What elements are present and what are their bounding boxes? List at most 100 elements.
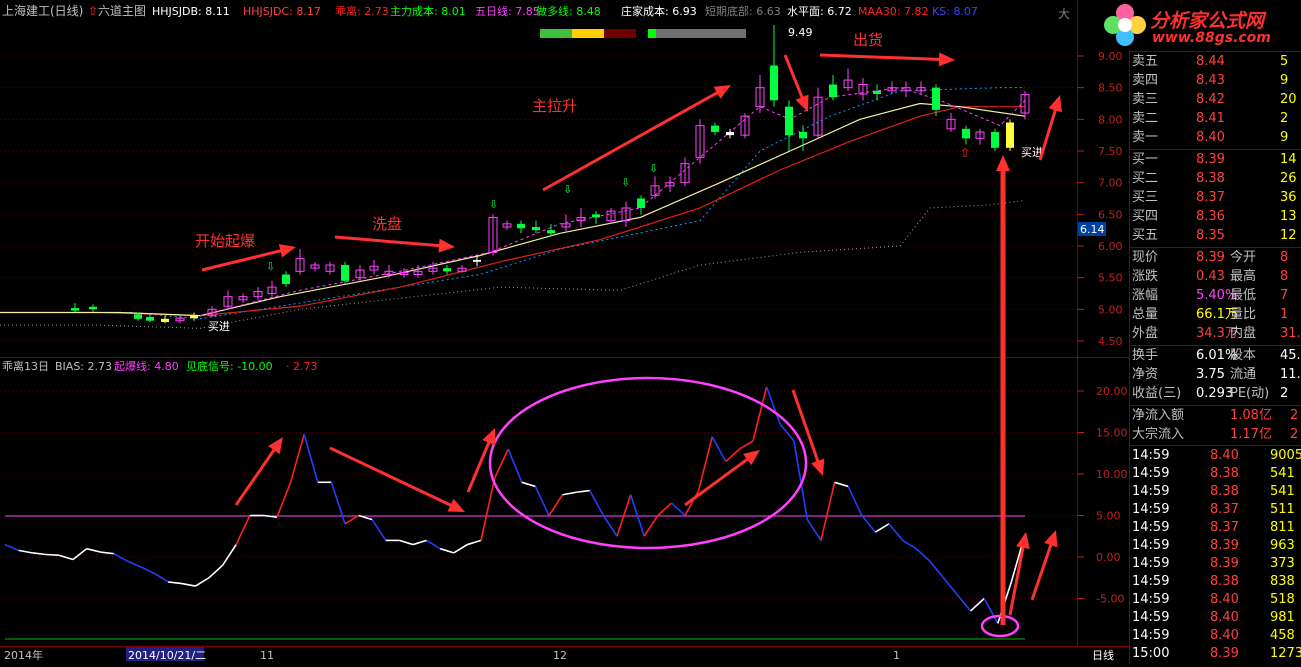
ask-label: 卖三 <box>1132 92 1159 107</box>
bias-tick: 10.00 <box>1096 468 1128 481</box>
stock-title: 上海建工(日线) <box>2 3 83 18</box>
up-arrow-icon: ⇧ <box>88 4 98 18</box>
tick-volume: 458 <box>1270 628 1295 643</box>
tick-price: 8.38 <box>1210 574 1239 589</box>
stat-value: 8 <box>1280 269 1289 284</box>
stat-value: 8 <box>1280 250 1289 265</box>
fin-value: 3.75 <box>1196 367 1225 382</box>
candle-body <box>71 308 79 311</box>
period-label[interactable]: 日线 <box>1092 648 1114 662</box>
bid-label: 买一 <box>1132 152 1159 167</box>
candle-body <box>190 315 198 319</box>
time-label: 2014年 <box>4 648 43 662</box>
tick-volume: 511 <box>1270 502 1295 517</box>
price-tag: 6.14 <box>1080 223 1105 236</box>
candle-body <box>799 131 807 139</box>
annotation-distribute: 出货 <box>853 31 883 49</box>
stat-value: 7 <box>1280 288 1289 303</box>
stat-label: 量比 <box>1230 307 1257 322</box>
bid-label: 买二 <box>1132 171 1159 186</box>
sub-header-item: BIAS: 2.73 <box>55 360 112 373</box>
time-label: 12 <box>553 649 567 662</box>
bid-price: 8.36 <box>1196 209 1225 224</box>
bias-segment <box>45 553 60 557</box>
chart-area[interactable]: 上海建工(日线) ⇧ 六道主图 HHJSJDB: 8.11 HHJSJDC: 8.… <box>0 0 1301 664</box>
header-item: 五日线: 7.85 <box>475 4 540 18</box>
header-item: 乖离: 2.73 <box>335 4 389 18</box>
price-tick: 8.00 <box>1098 113 1123 126</box>
ask-label: 卖一 <box>1132 130 1159 145</box>
tick-time: 14:59 <box>1132 502 1170 517</box>
bias-tick: -5.00 <box>1096 593 1124 606</box>
bid-price: 8.35 <box>1196 228 1225 243</box>
stat-label: 外盘 <box>1132 326 1159 341</box>
quote-panel: 卖五 8.44 5 卖四 8.43 9 卖三 8.42 20 卖二 8.41 2 卖一 8.40 9 买一 8.… <box>1129 0 1301 664</box>
bid-price: 8.37 <box>1196 190 1225 205</box>
logo-title: 分析家公式网 <box>1150 10 1265 32</box>
tick-price: 8.37 <box>1210 520 1239 535</box>
candle-body <box>592 214 600 218</box>
fin-label: PE(动) <box>1230 386 1270 401</box>
fin-label: 流通 <box>1230 367 1257 382</box>
tick-time: 14:59 <box>1132 520 1170 535</box>
tick-volume: 981 <box>1270 610 1295 625</box>
header-item: 短期底部: 6.63 <box>705 4 781 18</box>
candle-body <box>962 128 970 139</box>
price-tick: 9.00 <box>1098 50 1123 63</box>
fin-value: 0.293 <box>1196 386 1234 401</box>
bid-volume: 12 <box>1280 228 1297 243</box>
stat-label: 涨跌 <box>1132 269 1159 284</box>
chart-svg[interactable]: 上海建工(日线) ⇧ 六道主图 HHJSJDB: 8.11 HHJSJDC: 8.… <box>0 0 1129 664</box>
stat-label: 现价 <box>1132 250 1159 265</box>
tick-price: 8.38 <box>1210 484 1239 499</box>
candle-body <box>991 131 999 148</box>
ask-volume: 20 <box>1280 92 1297 107</box>
ask-price: 8.44 <box>1196 54 1225 69</box>
candle-body <box>1006 122 1014 148</box>
bid-volume: 36 <box>1280 190 1297 205</box>
flow-unit: 2 <box>1290 427 1299 442</box>
bid-price: 8.39 <box>1196 152 1225 167</box>
candle-body <box>932 87 940 110</box>
time-label: 11 <box>260 649 274 662</box>
ask-volume: 9 <box>1280 130 1289 145</box>
bias-tick: 20.00 <box>1096 385 1128 398</box>
stat-value: 31.8 <box>1280 326 1301 341</box>
ask-price: 8.42 <box>1196 92 1225 107</box>
candle-body <box>282 274 290 284</box>
time-cursor-label: 2014/10/21/二 <box>128 649 206 662</box>
tick-time: 14:59 <box>1132 556 1170 571</box>
annotation-rally: 主拉升 <box>532 97 577 115</box>
signal-down-arrow-icon: ⇩ <box>649 162 658 175</box>
tick-price: 8.40 <box>1210 610 1239 625</box>
logo-url: www.88gs.com <box>1152 30 1271 46</box>
header-item: 水平面: 6.72 <box>787 5 852 18</box>
bid-volume: 26 <box>1280 171 1297 186</box>
stat-label: 涨幅 <box>1132 288 1159 303</box>
fin-value: 45.2 <box>1280 348 1301 363</box>
bid-label: 买四 <box>1132 209 1159 224</box>
tick-volume: 811 <box>1270 520 1295 535</box>
tick-price: 8.39 <box>1210 556 1239 571</box>
bias-tick: 15.00 <box>1096 427 1128 440</box>
candle-body <box>532 226 540 231</box>
peak-label: 9.49 <box>788 26 813 39</box>
bid-price: 8.38 <box>1196 171 1225 186</box>
tick-price: 8.40 <box>1210 628 1239 643</box>
header-item: 主力成本: 8.01 <box>390 4 466 18</box>
ask-price: 8.40 <box>1196 130 1225 145</box>
tick-price: 8.40 <box>1210 448 1239 463</box>
ask-volume: 9 <box>1280 73 1289 88</box>
ask-volume: 2 <box>1280 111 1289 126</box>
candle-body <box>134 314 142 319</box>
candle-body <box>785 106 793 136</box>
tick-time: 14:59 <box>1132 628 1170 643</box>
ask-label: 卖五 <box>1132 54 1159 69</box>
tick-price: 8.38 <box>1210 466 1239 481</box>
tick-time: 14:59 <box>1132 466 1170 481</box>
price-tick: 4.50 <box>1098 335 1123 348</box>
header-item: MAA30: 7.82 <box>858 5 929 18</box>
sub-header-item: 起爆线: 4.80 <box>114 359 179 373</box>
tick-time: 14:59 <box>1132 592 1170 607</box>
candle-body <box>637 198 645 208</box>
